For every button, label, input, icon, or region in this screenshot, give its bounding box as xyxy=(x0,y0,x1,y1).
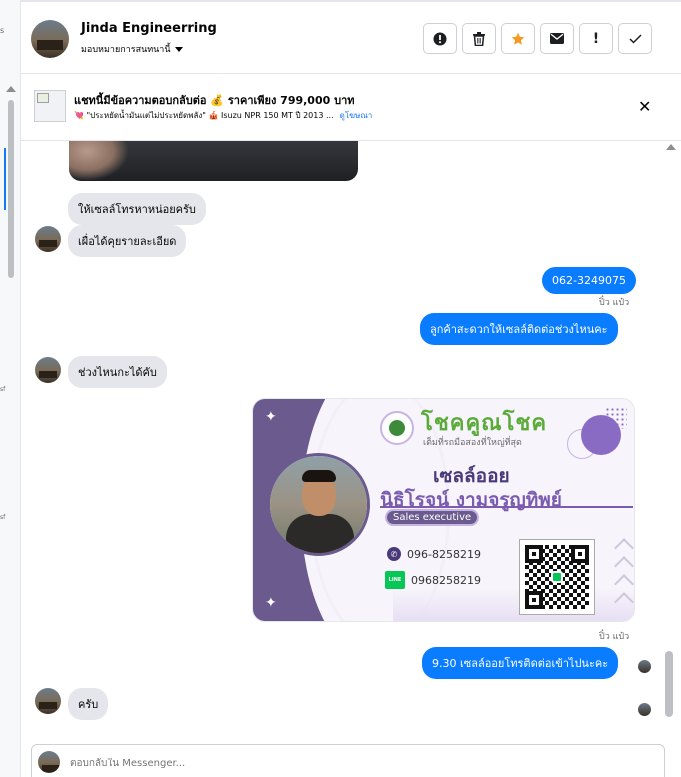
envelope-icon xyxy=(550,33,564,44)
brand-logo xyxy=(380,411,414,445)
mark-unread-button[interactable] xyxy=(540,23,574,54)
qr-code xyxy=(519,539,595,615)
sender-avatar xyxy=(35,357,61,383)
left-selected-indicator xyxy=(4,148,6,210)
ad-thumbnail[interactable] xyxy=(34,90,66,122)
reply-input[interactable] xyxy=(70,758,650,769)
contact-name[interactable]: Jinda Engineerring xyxy=(81,21,217,36)
chevron-up-decoration-icon xyxy=(613,537,634,617)
check-icon xyxy=(628,33,642,44)
conversation-header: Jinda Engineerring มอบหมายการสนทนานี้ ! xyxy=(21,0,681,74)
card-line-id: 0968258219 xyxy=(411,573,481,587)
follow-up-button[interactable]: ! xyxy=(579,23,613,54)
view-ad-link[interactable]: ดูโฆษณา xyxy=(340,109,373,122)
outgoing-message[interactable]: ลูกค้าสะดวกให้เซลล์ติดต่อช่วงไหนคะ xyxy=(420,313,618,345)
outgoing-message[interactable]: 062-3249075 xyxy=(542,267,636,294)
left-strip-fragment: sf xyxy=(0,386,6,393)
sender-avatar xyxy=(35,688,61,714)
seen-receipt-avatar xyxy=(638,703,651,716)
card-bottom-gradient xyxy=(393,589,634,621)
sales-business-card-image[interactable]: ✦ ✦ โชคคูณโชค เต็มที่รถมือสองที่ใหญ่ที่ส… xyxy=(252,398,635,622)
incoming-message[interactable]: ให้เซลล์โทรหาหน่อยครับ xyxy=(68,193,206,225)
mark-spam-button[interactable] xyxy=(423,23,457,54)
left-scroll-up-icon[interactable] xyxy=(6,86,16,92)
assign-label: มอบหมายการสนทนานี้ xyxy=(81,45,171,55)
ad-subtitle-row: 💘 "ประหยัดน้ำมันแต่ไม่ประหยัดพลัง" 🎪 Isu… xyxy=(74,109,372,122)
card-brand-tagline: เต็มที่รถมือสองที่ใหญ่ที่สุด xyxy=(423,438,522,448)
sparkle-icon: ✦ xyxy=(265,409,277,425)
left-strip-fragment: s xyxy=(0,26,5,35)
sender-label: ปิ๋ว แป๋ว xyxy=(599,298,630,308)
header-actions: ! xyxy=(423,23,652,54)
trash-icon xyxy=(473,31,485,46)
previous-image-message[interactable] xyxy=(69,141,358,181)
scrollbar-thumb[interactable] xyxy=(665,651,673,717)
incoming-message[interactable]: ครับ xyxy=(68,688,109,720)
salesperson-photo xyxy=(267,453,370,556)
phone-icon: ✆ xyxy=(387,547,401,561)
mark-done-button[interactable] xyxy=(618,23,652,54)
delete-button[interactable] xyxy=(462,23,496,54)
exclamation-icon: ! xyxy=(592,30,600,47)
message-thread: ให้เซลล์โทรหาหน่อยครับ เผื่อได้คุยรายละเ… xyxy=(21,141,681,742)
thread-scrollbar[interactable] xyxy=(661,141,679,742)
card-role-badge: Sales executive xyxy=(385,509,480,526)
conversation-panel: Jinda Engineerring มอบหมายการสนทนานี้ ! xyxy=(21,0,681,777)
incoming-message[interactable]: ช่วงไหนกะได้คับ xyxy=(68,356,167,388)
page-avatar xyxy=(38,751,60,773)
left-scrollbar-thumb[interactable] xyxy=(8,100,14,278)
card-line-row: LINE 0968258219 xyxy=(385,571,481,589)
sender-avatar xyxy=(35,226,61,252)
star-button[interactable] xyxy=(501,23,535,54)
caret-down-icon xyxy=(174,46,183,52)
outgoing-message[interactable]: 9.30 เซลล์ออยโทรติดต่อเข้าไปนะคะ xyxy=(422,647,619,679)
card-dot-grid xyxy=(605,407,627,429)
line-app-icon: LINE xyxy=(385,571,405,589)
star-icon xyxy=(511,32,525,45)
left-strip-fragment: sf xyxy=(0,514,6,521)
incoming-message[interactable]: เผื่อได้คุยรายละเอียด xyxy=(68,225,187,257)
scroll-up-icon[interactable] xyxy=(666,144,676,150)
contact-avatar[interactable] xyxy=(31,20,69,58)
card-phone-row: ✆ 096-8258219 xyxy=(387,547,481,561)
assign-conversation-dropdown[interactable]: มอบหมายการสนทนานี้ xyxy=(81,42,183,56)
sender-label: ปิ๋ว แป๋ว xyxy=(599,632,630,642)
card-divider xyxy=(380,506,633,508)
reply-composer xyxy=(31,744,665,777)
card-phone: 096-8258219 xyxy=(407,547,481,561)
alert-circle-icon xyxy=(433,32,447,45)
ad-title: แชทนี้มีข้อความตอบกลับต่อ 💰 ราคาเพียง 79… xyxy=(74,94,355,107)
seen-receipt-avatar xyxy=(638,660,651,673)
ad-subtitle: 💘 "ประหยัดน้ำมันแต่ไม่ประหยัดพลัง" 🎪 Isu… xyxy=(74,111,334,120)
close-icon[interactable]: ✕ xyxy=(638,97,651,116)
left-conversation-list-strip: s sf sf xyxy=(0,0,21,777)
ad-reply-banner: แชทนี้มีข้อความตอบกลับต่อ 💰 ราคาเพียง 79… xyxy=(21,74,681,141)
sparkle-icon: ✦ xyxy=(265,595,277,611)
